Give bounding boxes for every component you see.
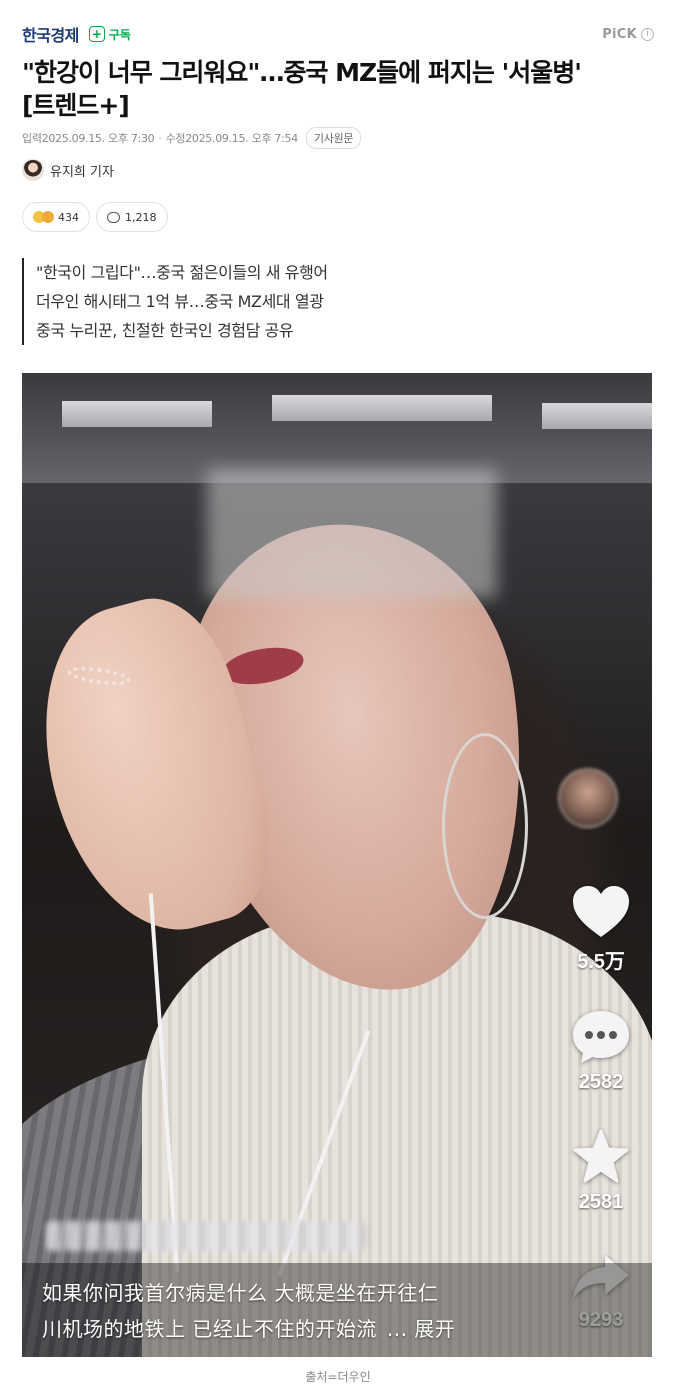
input-label: 입력	[22, 132, 42, 145]
favorite-count: 2581	[578, 1191, 624, 1213]
input-datetime: 2025.09.15. 오후 7:30	[41, 132, 155, 145]
comment-video-count: 2582	[578, 1071, 624, 1093]
summary-line: 더우인 해시태그 1억 뷰…중국 MZ세대 열광	[36, 292, 324, 311]
blurred-username	[46, 1221, 366, 1251]
plus-icon: +	[88, 26, 105, 42]
edit-datetime: 2025.09.15. 오후 7:54	[185, 132, 298, 145]
article-headline: "한강이 너무 그리워요"…중국 MZ들에 퍼지는 '서울병' [트렌드+]	[22, 58, 582, 120]
article-summary: "한국이 그립다"…중국 젊은이들의 새 유행어 더우인 해시태그 1억 뷰…중…	[22, 258, 328, 345]
creator-avatar[interactable]	[558, 768, 618, 828]
blurred-eyes	[207, 468, 497, 598]
favorite-action[interactable]: 2581	[568, 1129, 634, 1214]
comment-action[interactable]: 2582	[568, 1009, 634, 1094]
subscribe-button[interactable]: + 구독	[88, 26, 131, 43]
reaction-count: 434	[58, 210, 79, 224]
ceiling-light	[62, 401, 212, 427]
emoji-icon	[33, 211, 54, 223]
caption-line: 如果你问我首尔病是什么 大概是坐在开往仁	[42, 1281, 439, 1305]
article-actions: 434 1,218	[22, 202, 174, 232]
reporter[interactable]: 유지희 기자	[22, 158, 114, 182]
caption-line: 川机场的地铁上 已经止不住的开始流	[42, 1317, 377, 1341]
reaction-button[interactable]: 434	[22, 202, 90, 232]
like-count: 5.5万	[577, 951, 625, 973]
image-source: 출처=더우인	[305, 1370, 371, 1384]
chat-dots-icon	[573, 1011, 629, 1063]
hoop-earring	[442, 733, 528, 919]
press-logo[interactable]: 한국경제	[22, 22, 79, 46]
subscribe-label: 구독	[108, 27, 131, 42]
expand-caption-button[interactable]: ... 展开	[387, 1317, 455, 1341]
press-header: 한국경제 + 구독 PiCK i	[22, 22, 654, 46]
meta-separator: ·	[158, 131, 162, 145]
origin-article-button[interactable]: 기사원문	[305, 127, 362, 149]
summary-line: 중국 누리꾼, 친절한 한국인 경험담 공유	[36, 321, 294, 340]
info-icon[interactable]: i	[641, 27, 654, 41]
ceiling-light	[272, 395, 492, 421]
comment-count: 1,218	[125, 210, 157, 224]
pick-label: PiCK	[602, 26, 637, 42]
like-action[interactable]: 5.5万	[568, 885, 634, 974]
reporter-avatar	[22, 159, 44, 181]
article-meta: 입력 2025.09.15. 오후 7:30 · 수정 2025.09.15. …	[22, 127, 362, 149]
comment-button[interactable]: 1,218	[96, 202, 168, 232]
article-video-screenshot[interactable]: 5.5万 2582 2581 9293 如果你问我首尔病是什么 大概是坐在开往仁…	[22, 373, 652, 1357]
edit-label: 수정	[165, 132, 186, 145]
ceiling-light	[542, 403, 652, 429]
pick-badge[interactable]: PiCK i	[602, 27, 654, 42]
video-caption: 如果你问我首尔病是什么 大概是坐在开往仁 川机场的地铁上 已经止不住的开始流..…	[42, 1275, 542, 1347]
star-icon	[573, 1129, 629, 1183]
comment-icon	[107, 211, 120, 223]
heart-icon	[573, 886, 629, 937]
reporter-name: 유지희 기자	[50, 164, 114, 180]
summary-line: "한국이 그립다"…중국 젊은이들의 새 유행어	[36, 263, 328, 282]
